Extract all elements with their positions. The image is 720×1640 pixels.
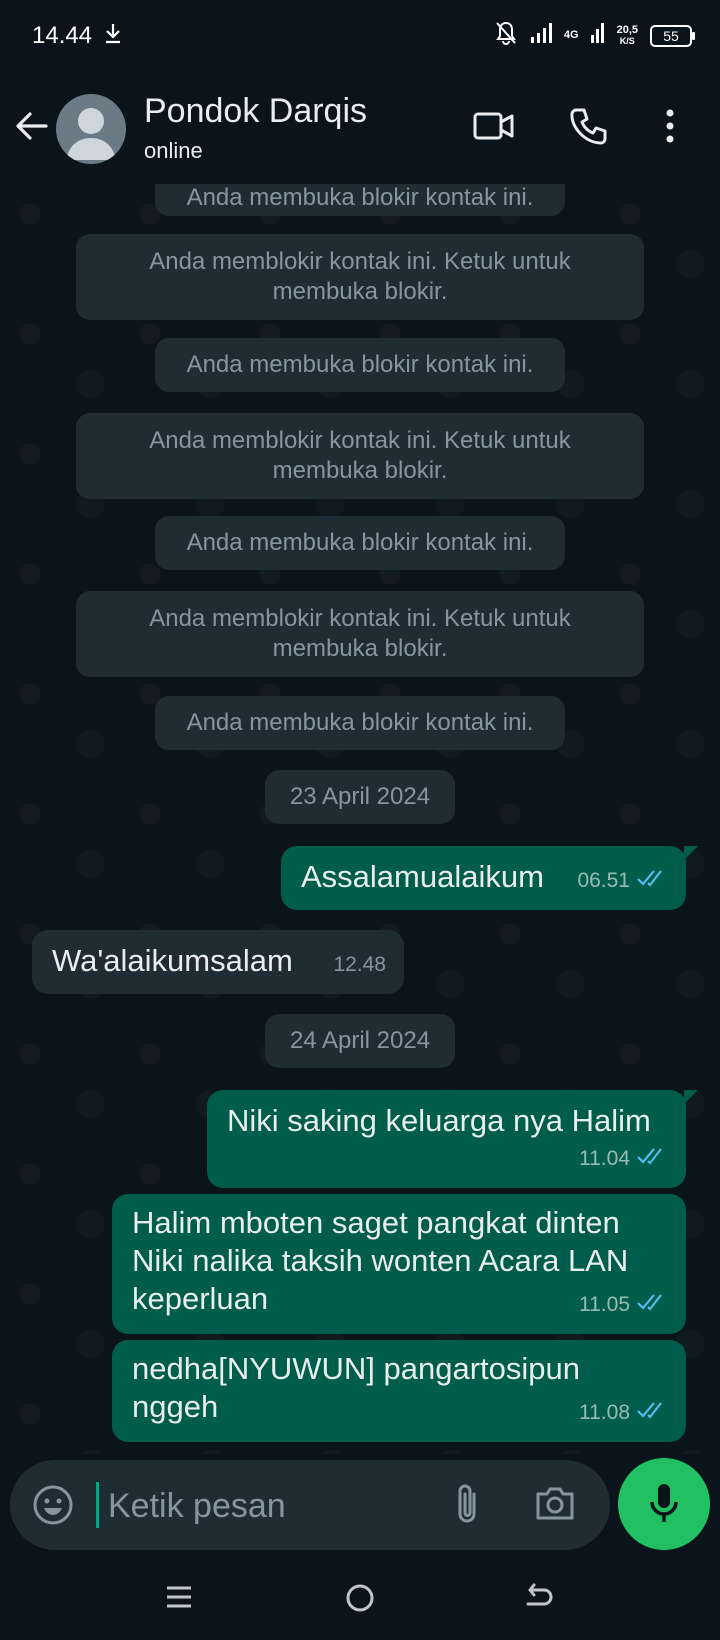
message-bubble-outgoing[interactable]: Halim mboten saget pangkat dinten Niki n… [112,1194,686,1334]
back-arrow-icon[interactable] [14,108,50,149]
system-message[interactable]: Anda memblokir kontak ini. Ketuk untuk m… [76,413,644,499]
system-message: Anda membuka blokir kontak ini. [155,696,565,750]
nav-back-icon[interactable] [522,1582,554,1617]
video-call-icon[interactable] [472,108,516,149]
emoji-icon[interactable] [32,1484,74,1531]
message-input[interactable] [106,1480,430,1532]
system-message: Anda membuka blokir kontak ini. [155,184,565,216]
avatar[interactable] [56,94,126,164]
message-text: Niki saking keluarga nya Halim [227,1103,651,1138]
message-text: Assalamualaikum [301,859,544,894]
message-time: 06.51 [577,869,630,892]
system-message[interactable]: Anda memblokir kontak ini. Ketuk untuk m… [76,591,644,677]
double-check-icon [636,1286,668,1324]
mute-bell-icon [494,20,518,51]
net-speed-value: 20,5 [616,23,638,36]
system-message: Anda membuka blokir kontak ini. [155,338,565,392]
status-bar: 14.44 4G 20,5 K/S 55 [0,0,720,74]
double-check-icon [636,862,668,900]
message-bubble-outgoing[interactable]: nedha[NYUWUN] pangartosipun nggeh 11.08 [112,1340,686,1442]
contact-name[interactable]: Pondok Darqis [144,92,367,131]
battery-indicator: 55 [650,24,695,47]
signal-icon-2 [590,23,605,48]
system-message[interactable]: Anda memblokir kontak ini. Ketuk untuk m… [76,234,644,320]
system-message: Anda membuka blokir kontak ini. [155,516,565,570]
date-separator: 24 April 2024 [265,1014,455,1068]
status-time: 14.44 [32,22,93,49]
message-time: 11.08 [579,1401,630,1424]
contact-status: online [144,138,203,163]
signal-icon [530,23,552,48]
date-separator: 23 April 2024 [265,770,455,824]
message-bubble-incoming[interactable]: Wa'alaikumsalam 12.48 [32,930,404,994]
microphone-icon [650,1484,678,1522]
voice-record-button[interactable] [618,1458,710,1550]
message-meta: 11.04 [579,1140,668,1178]
message-meta: 11.08 [579,1394,668,1432]
download-icon [104,22,122,49]
message-meta: 11.05 [579,1286,668,1324]
more-options-icon[interactable] [664,108,676,149]
message-bubble-outgoing[interactable]: Niki saking keluarga nya Halim 11.04 [207,1090,698,1188]
chat-header: Pondok Darqis online [0,74,720,184]
message-bubble-outgoing[interactable]: Assalamualaikum 06.51 [281,846,698,910]
message-composer [10,1460,610,1550]
chat-area[interactable]: Anda membuka blokir kontak ini. Anda mem… [0,184,720,1454]
attachment-icon[interactable] [454,1482,480,1531]
double-check-icon [636,1394,668,1432]
message-meta: 12.48 [333,946,386,984]
message-text: Wa'alaikumsalam [52,943,293,978]
message-time: 12.48 [333,953,386,976]
camera-icon[interactable] [534,1484,576,1527]
message-time: 11.04 [579,1147,630,1170]
voice-call-icon[interactable] [568,106,608,151]
system-navigation-bar [0,1560,720,1640]
message-text: nedha[NYUWUN] pangartosipun nggeh [132,1351,581,1424]
message-meta: 06.51 [577,862,668,900]
text-caret [96,1482,99,1528]
recent-apps-icon[interactable] [164,1582,194,1617]
net-speed-unit: K/S [619,35,635,46]
home-icon[interactable] [344,1582,376,1619]
message-text: Halim mboten saget pangkat dinten Niki n… [132,1205,629,1316]
net-speed: 20,5 K/S [616,23,638,47]
network-type: 4G [563,29,579,41]
message-time: 11.05 [579,1293,630,1316]
double-check-icon [636,1140,668,1178]
